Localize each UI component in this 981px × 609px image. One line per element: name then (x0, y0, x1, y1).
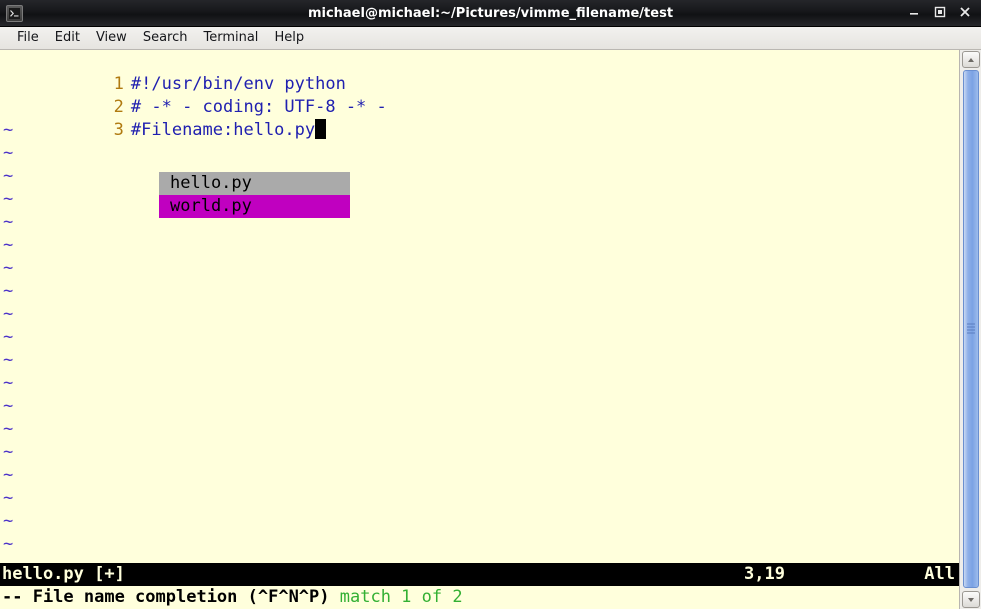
tilde-glyph: ~ (3, 120, 14, 140)
empty-line-marker: ~ (0, 188, 959, 211)
chevron-up-icon[interactable] (962, 51, 980, 68)
window-titlebar: michael@michael:~/Pictures/vimme_filenam… (0, 0, 981, 27)
tilde-glyph: ~ (3, 189, 14, 209)
tilde-glyph: ~ (3, 488, 14, 508)
menu-item-help[interactable]: Help (266, 29, 312, 47)
filename-completion-popup[interactable]: hello.py world.py (159, 172, 350, 218)
empty-line-marker: ~ (0, 441, 959, 464)
scrollbar-thumb[interactable] (963, 70, 979, 588)
empty-line-marker: ~ (0, 234, 959, 257)
tilde-glyph: ~ (3, 465, 14, 485)
completion-item-hello[interactable]: hello.py (159, 172, 350, 195)
tilde-glyph: ~ (3, 350, 14, 370)
tilde-glyph: ~ (3, 143, 14, 163)
tilde-glyph: ~ (3, 534, 14, 554)
tilde-glyph: ~ (3, 511, 14, 531)
statusline-scroll-indicator: All (924, 564, 955, 584)
editor-line-active: 3 #Filename:hello.py (0, 96, 959, 140)
tilde-glyph: ~ (3, 258, 14, 278)
completion-item-world[interactable]: world.py (159, 195, 350, 218)
editor-line: 1 #!/usr/bin/env python (0, 50, 959, 94)
message-match-count: match 1 of 2 (339, 587, 463, 607)
empty-line-marker: ~ (0, 395, 959, 418)
empty-line-marker: ~ (0, 142, 959, 165)
menu-item-file[interactable]: File (9, 29, 47, 47)
empty-line-marker: ~ (0, 280, 959, 303)
tilde-glyph: ~ (3, 304, 14, 324)
tilde-glyph: ~ (3, 442, 14, 462)
statusline-filename: hello.py [+] (2, 564, 125, 584)
empty-line-marker: ~ (0, 487, 959, 510)
empty-line-marker: ~ (0, 119, 959, 142)
tilde-glyph: ~ (3, 327, 14, 347)
vim-buffer[interactable]: 1 #!/usr/bin/env python 2 # -* - coding: U… (0, 50, 959, 563)
menu-item-terminal[interactable]: Terminal (195, 29, 266, 47)
tilde-glyph: ~ (3, 212, 14, 232)
scrollbar-grip-icon (967, 323, 975, 335)
empty-line-marker: ~ (0, 326, 959, 349)
terminal-window: michael@michael:~/Pictures/vimme_filenam… (0, 0, 981, 609)
tilde-glyph: ~ (3, 396, 14, 416)
terminal-content[interactable]: 1 #!/usr/bin/env python 2 # -* - coding: U… (0, 50, 959, 609)
empty-line-marker: ~ (0, 464, 959, 487)
empty-line-marker: ~ (0, 165, 959, 188)
tilde-glyph: ~ (3, 419, 14, 439)
minimize-icon[interactable] (905, 6, 923, 22)
message-mode-text: -- File name completion (^F^N^P) (2, 587, 340, 607)
menu-item-edit[interactable]: Edit (47, 29, 88, 47)
empty-line-marker: ~ (0, 533, 959, 556)
empty-line-marker: ~ (0, 510, 959, 533)
empty-line-marker: ~ (0, 418, 959, 441)
empty-line-marker: ~ (0, 372, 959, 395)
maximize-icon[interactable] (931, 6, 949, 22)
vim-message-line: -- File name completion (^F^N^P) match 1… (0, 586, 959, 609)
vertical-scrollbar[interactable] (959, 50, 981, 609)
empty-line-marker: ~ (0, 303, 959, 326)
vim-statusline: hello.py [+] 3,19 All (0, 563, 959, 586)
empty-line-marker: ~ (0, 211, 959, 234)
tilde-glyph: ~ (3, 235, 14, 255)
empty-line-marker: ~ (0, 257, 959, 280)
tilde-glyph: ~ (3, 373, 14, 393)
close-icon[interactable] (956, 6, 974, 22)
statusline-cursor-position: 3,19 (744, 564, 785, 584)
empty-line-marker: ~ (0, 349, 959, 372)
chevron-down-icon[interactable] (962, 591, 980, 608)
editor-line: 2 # -* - coding: UTF-8 -* - (0, 73, 959, 117)
tilde-glyph: ~ (3, 166, 14, 186)
tilde-glyph: ~ (3, 281, 14, 301)
menu-item-search[interactable]: Search (135, 29, 196, 47)
window-title: michael@michael:~/Pictures/vimme_filenam… (307, 6, 674, 21)
empty-line-markers: ~ ~ ~ ~ ~ ~ ~ ~ ~ ~ ~ ~ ~ ~ ~ ~ ~ ~ ~ (0, 119, 959, 556)
menu-item-view[interactable]: View (88, 29, 135, 47)
menubar: File Edit View Search Terminal Help (0, 27, 981, 50)
